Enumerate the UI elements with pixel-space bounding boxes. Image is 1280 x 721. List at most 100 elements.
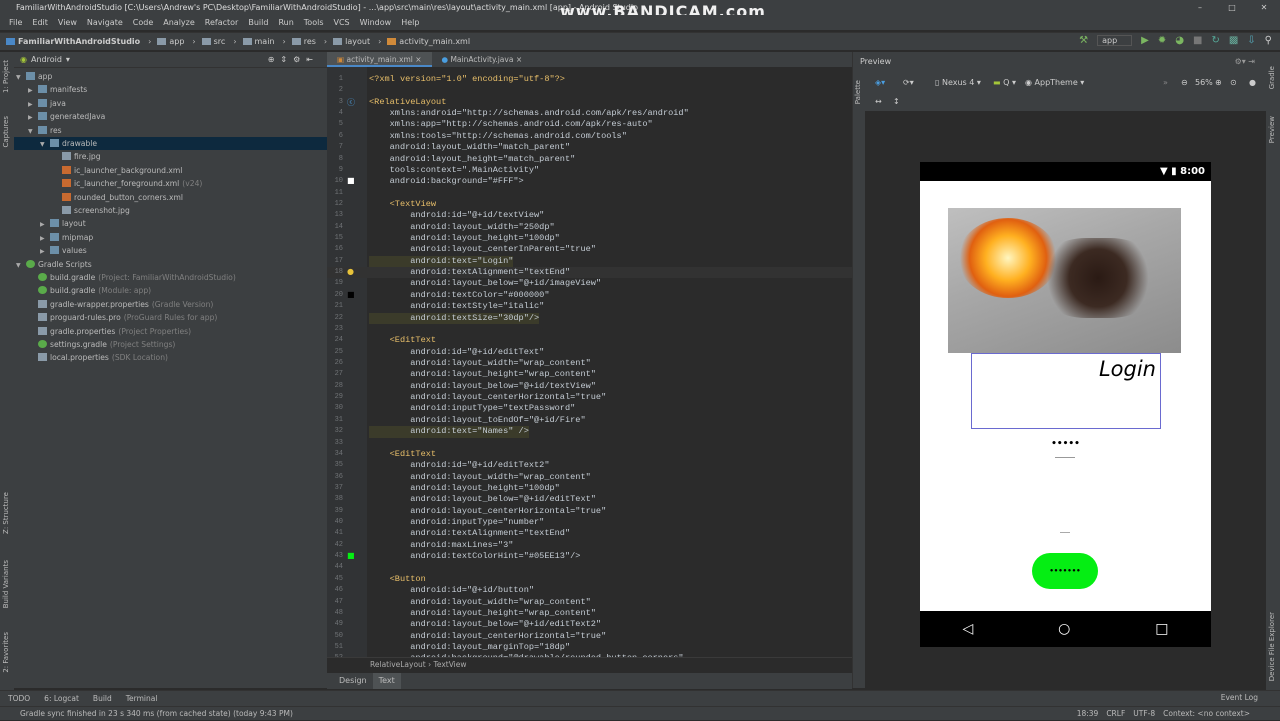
collapsed-arrow-icon[interactable]: ▶ xyxy=(40,245,50,258)
tree-item[interactable]: build.gradle (Project: FamiliarWithAndroi… xyxy=(28,271,236,284)
minimize-button[interactable]: – xyxy=(1184,0,1216,15)
close-tab-icon[interactable]: × xyxy=(413,55,421,64)
tree-item[interactable]: settings.gradle (Project Settings) xyxy=(28,338,175,351)
more-icon[interactable]: » xyxy=(1163,78,1168,87)
menu-analyze[interactable]: Analyze xyxy=(158,15,200,30)
code-area[interactable]: 1 <?xml version="1.0" encoding="utf-8"?> 2… xyxy=(327,69,852,657)
tree-item[interactable]: gradle.properties (Project Properties) xyxy=(28,325,191,338)
breadcrumb-item[interactable]: activity_main.xml xyxy=(387,37,470,46)
tree-item[interactable]: ▼ Gradle Scripts xyxy=(16,258,92,271)
menu-window[interactable]: Window xyxy=(355,15,397,30)
zoom-fit-icon[interactable]: ⊙ xyxy=(1230,78,1237,87)
fire-image[interactable] xyxy=(948,208,1181,353)
sdk-manager-icon[interactable]: ⇩ xyxy=(1247,35,1255,46)
run-config-select[interactable]: app xyxy=(1097,35,1133,46)
tree-item[interactable]: rounded_button_corners.xml xyxy=(52,191,183,204)
tree-item[interactable]: proguard-rules.pro (ProGuard Rules for ap… xyxy=(28,311,217,324)
avd-manager-icon[interactable]: ▩ xyxy=(1229,35,1238,46)
cursor-position[interactable]: 18:39 xyxy=(1077,707,1099,721)
vertical-resize-icon[interactable]: ↕ xyxy=(893,97,900,106)
expanded-arrow-icon[interactable]: ▼ xyxy=(16,71,26,84)
build-variants-tool-tab[interactable]: Build Variants xyxy=(2,560,10,608)
horizontal-resize-icon[interactable]: ↔ xyxy=(875,97,882,106)
palette-tab[interactable]: Palette xyxy=(854,80,862,104)
theme-select[interactable]: ◉ AppTheme ▾ xyxy=(1025,78,1084,87)
tab-text[interactable]: Text xyxy=(372,673,401,689)
menu-code[interactable]: Code xyxy=(128,15,158,30)
collapsed-arrow-icon[interactable]: ▶ xyxy=(28,111,38,124)
number-edittext-underline[interactable] xyxy=(1060,532,1070,533)
tree-item[interactable]: fire.jpg xyxy=(52,150,101,163)
menu-vcs[interactable]: VCS xyxy=(329,15,355,30)
tree-item[interactable]: screenshot.jpg xyxy=(52,204,130,217)
menu-help[interactable]: Help xyxy=(396,15,424,30)
maximize-button[interactable]: □ xyxy=(1216,0,1248,15)
rounded-button[interactable]: ••••••• xyxy=(1032,553,1098,589)
password-edittext[interactable]: ••••• xyxy=(920,439,1211,449)
recents-icon[interactable]: □ xyxy=(1155,621,1168,637)
debug-icon[interactable]: ✹ xyxy=(1158,35,1166,46)
expanded-arrow-icon[interactable]: ▼ xyxy=(28,125,38,138)
menu-run[interactable]: Run xyxy=(273,15,298,30)
tree-item[interactable]: ic_launcher_background.xml xyxy=(52,164,182,177)
breadcrumb-relativelayout[interactable]: RelativeLayout xyxy=(370,660,426,669)
captures-tool-tab[interactable]: Captures xyxy=(2,116,10,147)
editor-tab[interactable]: ● MainActivity.java × xyxy=(432,52,533,67)
structure-tool-tab[interactable]: Z: Structure xyxy=(2,492,10,534)
tree-item[interactable]: ▼ res xyxy=(28,124,62,137)
tool-window-logcat[interactable]: 6: Logcat xyxy=(44,694,79,703)
line-separator[interactable]: CRLF xyxy=(1106,707,1125,721)
breadcrumb-item[interactable]: res xyxy=(291,37,316,46)
tree-item[interactable]: gradle-wrapper.properties (Gradle Version… xyxy=(28,298,213,311)
tree-item[interactable]: ▶ manifests xyxy=(28,83,87,96)
menu-file[interactable]: File xyxy=(4,15,27,30)
tree-item[interactable]: ▶ layout xyxy=(40,217,86,230)
tool-window-terminal[interactable]: Terminal xyxy=(126,694,158,703)
tree-item[interactable]: build.gradle (Module: app) xyxy=(28,284,151,297)
back-icon[interactable]: ◁ xyxy=(962,621,973,637)
warning-icon[interactable]: ● xyxy=(1249,78,1256,87)
tree-item[interactable]: ▶ generatedJava xyxy=(28,110,105,123)
rotate-icon[interactable]: ⟳▾ xyxy=(903,78,914,87)
collapsed-arrow-icon[interactable]: ▶ xyxy=(40,218,50,231)
sync-icon[interactable]: ↻ xyxy=(1211,35,1219,46)
context-indicator[interactable]: Context: <no context> xyxy=(1163,707,1250,721)
device-file-explorer-tab[interactable]: Device File Explorer xyxy=(1268,612,1276,681)
tab-design[interactable]: Design xyxy=(333,673,373,689)
close-button[interactable]: ✕ xyxy=(1248,0,1280,15)
tree-item[interactable]: local.properties (SDK Location) xyxy=(28,351,168,364)
zoom-in-icon[interactable]: ⊕ xyxy=(1215,78,1222,87)
tree-item[interactable]: ▶ values xyxy=(40,244,87,257)
project-view-select[interactable]: ◉ Android ▾ ⊕⇕⚙⇤ xyxy=(14,52,327,68)
breadcrumb-item[interactable]: layout xyxy=(333,37,370,46)
gradle-tool-tab[interactable]: Gradle xyxy=(1268,66,1276,89)
close-tab-icon[interactable]: × xyxy=(513,55,522,64)
tree-item[interactable]: ic_launcher_foreground.xml (v24) xyxy=(52,177,202,190)
tool-window-build[interactable]: Build xyxy=(93,694,112,703)
hammer-icon[interactable]: ⚒ xyxy=(1079,35,1088,46)
breadcrumb-item[interactable]: src xyxy=(201,37,225,46)
login-textview[interactable]: Login xyxy=(971,353,1161,429)
stop-icon[interactable]: ■ xyxy=(1193,35,1202,46)
breadcrumb-item[interactable]: FamiliarWithAndroidStudio xyxy=(6,37,140,46)
menu-refactor[interactable]: Refactor xyxy=(200,15,244,30)
profile-icon[interactable]: ◕ xyxy=(1175,35,1184,46)
breadcrumb-textview[interactable]: TextView xyxy=(434,660,467,669)
tree-item[interactable]: ▼ drawable xyxy=(14,137,327,150)
run-icon[interactable]: ▶ xyxy=(1141,35,1149,46)
file-encoding[interactable]: UTF-8 xyxy=(1133,707,1155,721)
breadcrumb-item[interactable]: app xyxy=(157,37,184,46)
expanded-arrow-icon[interactable]: ▼ xyxy=(40,138,50,151)
api-select[interactable]: ▬ Q ▾ xyxy=(993,78,1016,87)
panel-actions[interactable]: ⊕⇕⚙⇤ xyxy=(268,55,319,64)
preview-tool-tab[interactable]: Preview xyxy=(1268,116,1276,143)
zoom-out-icon[interactable]: ⊖ xyxy=(1181,78,1188,87)
tree-item[interactable]: ▶ java xyxy=(28,97,66,110)
breadcrumb-item[interactable]: main xyxy=(242,37,275,46)
menu-view[interactable]: View xyxy=(53,15,82,30)
search-icon[interactable]: ⚲ xyxy=(1265,35,1272,46)
collapsed-arrow-icon[interactable]: ▶ xyxy=(28,98,38,111)
collapsed-arrow-icon[interactable]: ▶ xyxy=(28,84,38,97)
menu-tools[interactable]: Tools xyxy=(299,15,329,30)
event-log-button[interactable]: Event Log xyxy=(1221,693,1258,702)
